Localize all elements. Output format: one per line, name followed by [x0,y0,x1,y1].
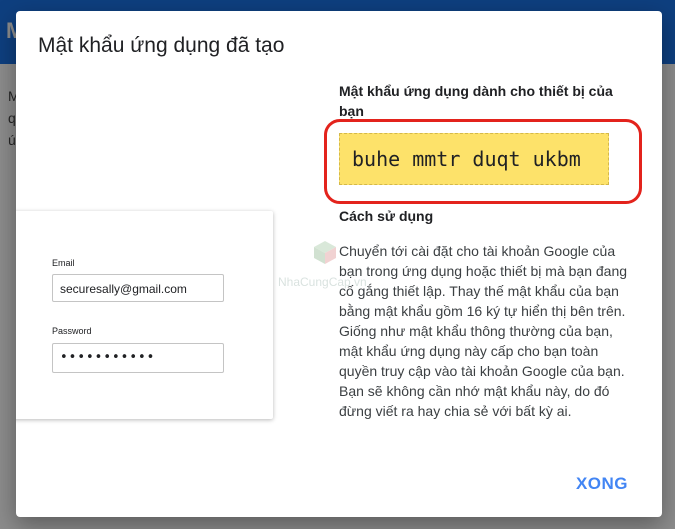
usage-instructions: Chuyển tới cài đặt cho tài khoản Google … [339,241,639,421]
sign-in-illustration: Email securesally@gmail.com Password •••… [16,211,273,419]
done-button[interactable]: XONG [570,469,634,499]
usage-paragraph: Chuyển tới cài đặt cho tài khoản Google … [339,243,628,319]
illustration-password-label: Password [52,326,92,336]
usage-heading: Cách sử dụng [339,208,434,224]
usage-paragraph: Giống như mật khẩu thông thường của bạn,… [339,323,625,419]
highlight-annotation [324,119,642,204]
illustration-password-field: ••••••••••• [52,343,224,373]
cube-logo-icon [314,241,336,264]
app-password-heading: Mật khẩu ứng dụng dành cho thiết bị của … [339,83,613,119]
illustration-email-label: Email [52,258,75,268]
illustration-email-field: securesally@gmail.com [52,274,224,302]
dialog-title: Mật khẩu ứng dụng đã tạo [38,34,285,57]
app-password-dialog: Mật khẩu ứng dụng đã tạo Email securesal… [16,11,662,517]
